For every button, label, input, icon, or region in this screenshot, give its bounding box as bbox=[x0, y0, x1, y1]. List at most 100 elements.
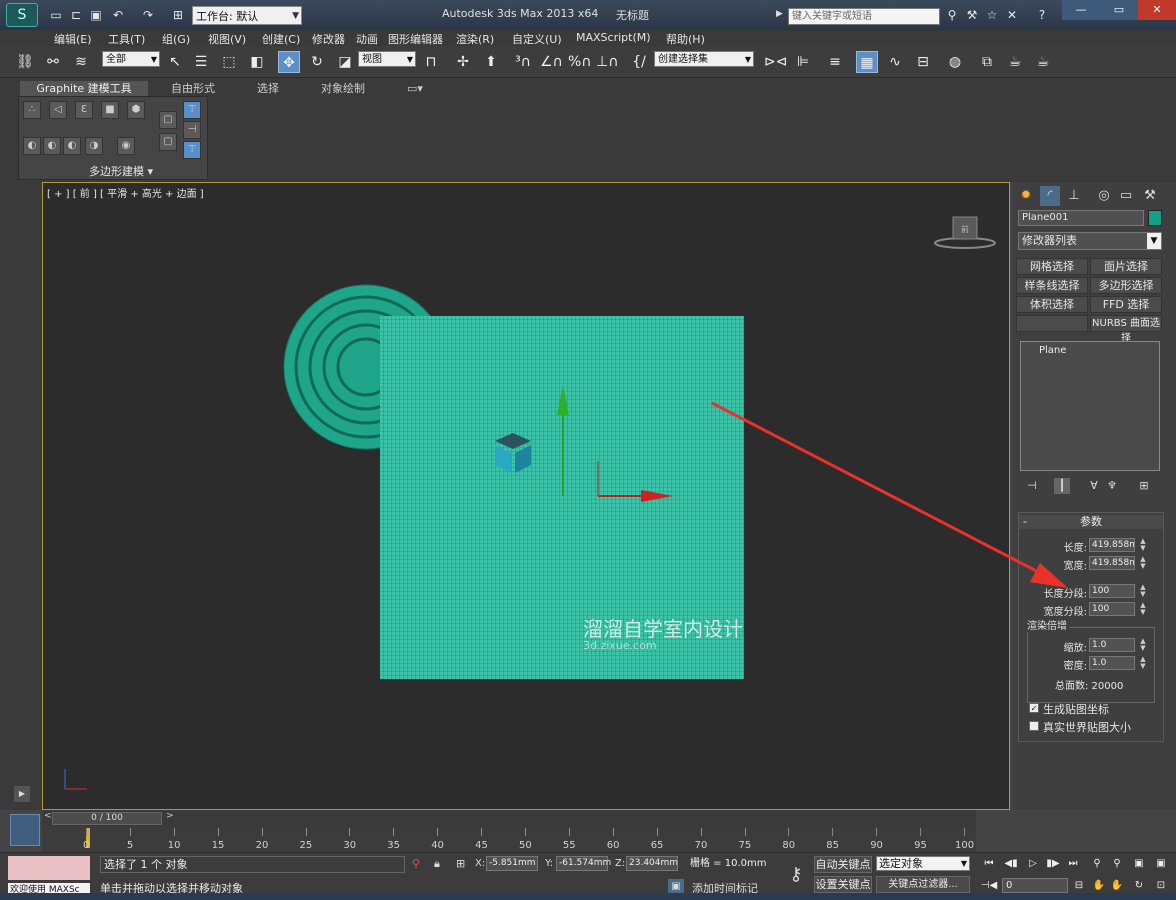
favorites-icon[interactable]: ✕ bbox=[1004, 7, 1020, 23]
front-viewport[interactable]: [ + ] [ 前 ] [ 平滑 + 高光 + 边面 ] 前 溜溜自学室内设计 … bbox=[42, 182, 1010, 810]
element-icon[interactable]: ⬢ bbox=[127, 101, 145, 119]
tool-f-icon[interactable]: ▢ bbox=[159, 111, 177, 129]
patch-select-button[interactable]: 面片选择 bbox=[1090, 258, 1162, 275]
length-segs-field[interactable]: 100 bbox=[1089, 584, 1135, 598]
menu-rendering[interactable]: 渲染(R) bbox=[456, 31, 494, 47]
mesh-select-button[interactable]: 网格选择 bbox=[1016, 258, 1088, 275]
help-icon[interactable]: ? bbox=[1034, 7, 1050, 23]
menu-customize[interactable]: 自定义(U) bbox=[512, 31, 562, 47]
selected-set-dropdown[interactable]: 选定对象 ▼ bbox=[876, 856, 970, 871]
tool-h-icon[interactable]: ⊤ bbox=[183, 101, 201, 119]
object-name-field[interactable]: Plane001 bbox=[1018, 210, 1144, 226]
max-viewport-icon[interactable]: ⊡ bbox=[1152, 878, 1170, 893]
menu-create[interactable]: 创建(C) bbox=[262, 31, 300, 47]
next-frame-icon[interactable]: > bbox=[166, 811, 174, 821]
schematic-view-icon[interactable]: ⊟ bbox=[912, 51, 934, 73]
set-key-button[interactable]: 设置关键点 bbox=[814, 876, 872, 893]
named-selection-dropdown[interactable]: 创建选择集 ▼ bbox=[654, 51, 754, 67]
hierarchy-tab-icon[interactable]: ⊥ bbox=[1064, 186, 1084, 206]
lock-selection-icon[interactable]: 🔒︎ bbox=[434, 857, 440, 871]
density-spinner[interactable]: ▲ ▼ bbox=[1139, 656, 1147, 670]
x-coord-field[interactable]: -5.851mm bbox=[486, 856, 538, 871]
go-to-end-icon[interactable]: ⏭ bbox=[1064, 856, 1082, 871]
subscription-icon[interactable]: ⚒ bbox=[964, 7, 980, 23]
pan-icon[interactable]: ✋ bbox=[1090, 878, 1108, 893]
width-segs-spinner[interactable]: ▲ ▼ bbox=[1139, 602, 1147, 616]
zoom-all-icon[interactable]: ⚲ bbox=[1108, 856, 1126, 871]
unlink-icon[interactable]: ⚯ bbox=[42, 51, 64, 73]
length-field[interactable]: 419.858m bbox=[1089, 538, 1135, 552]
menu-edit[interactable]: 编辑(E) bbox=[54, 31, 92, 47]
tab-selection[interactable]: 选择 bbox=[240, 81, 296, 97]
configure-sets-icon[interactable]: ⊞ bbox=[1136, 478, 1152, 494]
width-field[interactable]: 419.858m bbox=[1089, 556, 1135, 570]
empty-modifier-button[interactable] bbox=[1016, 315, 1088, 332]
graphite-toggle-icon[interactable]: ▦ bbox=[856, 51, 878, 73]
go-to-start-icon[interactable]: ⏮ bbox=[980, 856, 998, 871]
maxscript-listener[interactable] bbox=[8, 856, 90, 880]
transform-mode-icon[interactable]: ⊞ bbox=[456, 857, 465, 870]
z-coord-field[interactable]: 23.404mm bbox=[626, 856, 678, 871]
modifier-stack[interactable]: Plane bbox=[1020, 341, 1160, 471]
edit-named-sets-icon[interactable]: {/ bbox=[628, 51, 650, 73]
density-field[interactable]: 1.0 bbox=[1089, 656, 1135, 670]
save-file-icon[interactable]: ▣ bbox=[88, 7, 104, 23]
orbit-icon[interactable]: ↻ bbox=[1130, 878, 1148, 893]
menu-maxscript[interactable]: MAXScript(M) bbox=[576, 31, 651, 44]
menu-graph-editors[interactable]: 图形编辑器 bbox=[388, 31, 443, 47]
rollout-header[interactable]: - 参数 bbox=[1019, 515, 1163, 529]
tool-d-icon[interactable]: ◑ bbox=[85, 137, 103, 155]
spline-select-button[interactable]: 样条线选择 bbox=[1016, 277, 1088, 294]
tab-freeform[interactable]: 自由形式 bbox=[160, 81, 226, 97]
create-tab-icon[interactable]: ✹ bbox=[1016, 186, 1036, 206]
link-icon[interactable]: ⛓ bbox=[14, 51, 36, 73]
select-scale-icon[interactable]: ◪ bbox=[334, 51, 356, 73]
zoom-extents-icon[interactable]: ▣ bbox=[1130, 856, 1148, 871]
zoom-extents-all-icon[interactable]: ▣ bbox=[1152, 856, 1170, 871]
scale-spinner[interactable]: ▲ ▼ bbox=[1139, 638, 1147, 652]
prev-frame-icon[interactable]: < bbox=[44, 811, 52, 821]
menu-modifiers[interactable]: 修改器 bbox=[312, 31, 345, 47]
vol-select-button[interactable]: 体积选择 bbox=[1016, 296, 1088, 313]
set-key-icon[interactable]: ⚷ bbox=[782, 861, 810, 889]
length-segs-spinner[interactable]: ▲ ▼ bbox=[1139, 584, 1147, 598]
workspace-dropdown[interactable]: 工作台: 默认 ▼ bbox=[192, 6, 302, 25]
previous-key-icon[interactable]: ◀▮ bbox=[1002, 856, 1020, 871]
panel-label[interactable]: 多边形建模 ▾ bbox=[89, 163, 153, 179]
tool-a-icon[interactable]: ◐ bbox=[23, 137, 41, 155]
mini-curve-toggle[interactable] bbox=[10, 814, 40, 846]
remove-modifier-icon[interactable]: ♆ bbox=[1104, 478, 1120, 494]
object-color-swatch[interactable] bbox=[1148, 210, 1162, 226]
select-rotate-icon[interactable]: ↻ bbox=[306, 51, 328, 73]
binoculars-icon[interactable]: ⚲ bbox=[944, 7, 960, 23]
tool-g-icon[interactable]: ▢ bbox=[159, 133, 177, 151]
open-file-icon[interactable]: ⊏ bbox=[68, 7, 84, 23]
selection-filter-dropdown[interactable]: 全部 ▼ bbox=[102, 51, 160, 67]
align-icon[interactable]: ⊫ bbox=[792, 51, 814, 73]
mirror-icon[interactable]: ⊳⊲ bbox=[764, 51, 787, 73]
percent-snap-icon[interactable]: %∩ bbox=[568, 51, 592, 73]
spinner-snap-icon[interactable]: ⊥∩ bbox=[596, 51, 618, 73]
polygon-icon[interactable]: ■ bbox=[101, 101, 119, 119]
y-coord-field[interactable]: -61.574mm bbox=[556, 856, 611, 871]
gen-mapping-checkbox[interactable]: ✓ bbox=[1029, 703, 1039, 713]
current-frame-field[interactable]: 0 bbox=[1002, 878, 1068, 893]
menu-views[interactable]: 视图(V) bbox=[208, 31, 246, 47]
width-spinner[interactable]: ▲ ▼ bbox=[1139, 556, 1147, 570]
maximize-button[interactable]: ▭ bbox=[1100, 0, 1138, 20]
rect-selection-icon[interactable]: ⬚ bbox=[218, 51, 240, 73]
make-unique-icon[interactable]: ∀ bbox=[1086, 478, 1102, 494]
window-crossing-icon[interactable]: ◧ bbox=[246, 51, 268, 73]
search-expand-icon[interactable]: ▶ bbox=[776, 9, 783, 19]
utilities-tab-icon[interactable]: ⚒ bbox=[1140, 186, 1160, 206]
undo-icon[interactable]: ↶ bbox=[110, 7, 126, 23]
new-file-icon[interactable]: ▭ bbox=[48, 7, 64, 23]
rendered-frame-icon[interactable]: ☕ bbox=[1004, 51, 1026, 73]
next-key-icon[interactable]: ▮▶ bbox=[1044, 856, 1062, 871]
minimize-button[interactable]: — bbox=[1062, 0, 1100, 20]
snaps-toggle-icon[interactable]: ³∩ bbox=[512, 51, 534, 73]
edge-icon[interactable]: ◁ bbox=[49, 101, 67, 119]
nurbs-select-button[interactable]: NURBS 曲面选择 bbox=[1090, 315, 1162, 344]
vertex-icon[interactable]: ∴ bbox=[23, 101, 41, 119]
communication-icon[interactable]: ☆ bbox=[984, 7, 1000, 23]
